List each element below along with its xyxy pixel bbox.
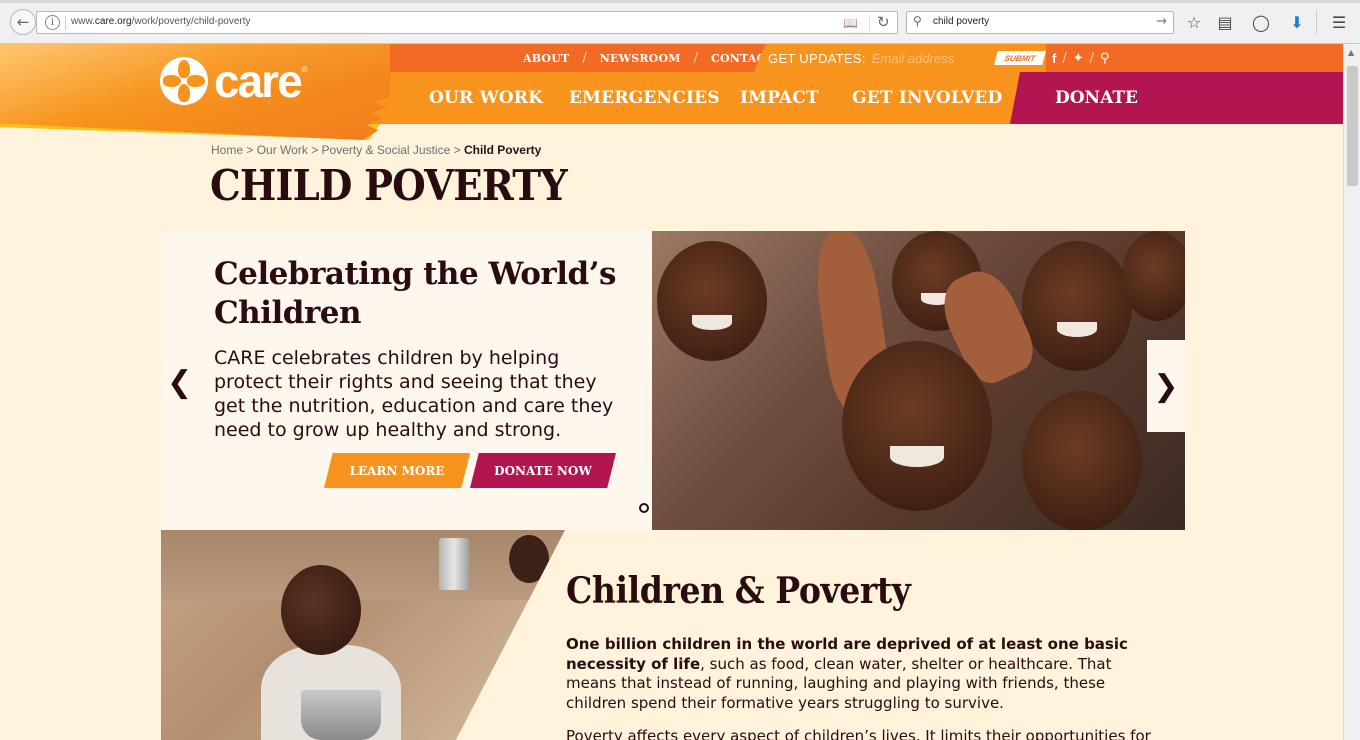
search-site-icon[interactable]: ⚲ bbox=[1100, 51, 1110, 66]
back-arrow-icon: ← bbox=[16, 13, 30, 31]
submit-button[interactable]: SUBMIT bbox=[993, 51, 1046, 65]
nav-our-work[interactable]: OUR WORK bbox=[429, 72, 543, 124]
updates-label: GET UPDATES: bbox=[768, 50, 866, 66]
pocket-icon[interactable]: ◯ bbox=[1251, 12, 1271, 32]
url-text[interactable]: www.care.org/work/poverty/child-poverty bbox=[71, 16, 251, 27]
scroll-up-icon[interactable]: ▲ bbox=[1348, 48, 1354, 57]
breadcrumb-separator: > bbox=[311, 143, 319, 157]
donate-now-button[interactable]: DONATE NOW bbox=[470, 453, 616, 488]
breadcrumb: Home > Our Work > Poverty & Social Justi… bbox=[211, 143, 541, 157]
page-title: CHILD POVERTY bbox=[210, 161, 568, 210]
search-input[interactable]: child poverty bbox=[933, 16, 989, 27]
children-poverty-section: Children & Poverty One billion children … bbox=[161, 530, 1185, 740]
tab-strip-edge bbox=[0, 0, 1360, 3]
url-prefix: www. bbox=[71, 16, 95, 27]
next-slide-icon: ❯ bbox=[1153, 368, 1179, 404]
util-separator: / bbox=[582, 50, 587, 66]
background-child bbox=[509, 535, 549, 583]
hero-heading: Celebrating the World’s Children bbox=[214, 256, 616, 331]
util-separator: / bbox=[693, 50, 699, 66]
nav-donate[interactable]: DONATE bbox=[1010, 72, 1343, 124]
util-newsroom[interactable]: NEWSROOM bbox=[600, 52, 681, 65]
section-lead: One billion children in the world are de… bbox=[566, 635, 1166, 713]
email-field[interactable] bbox=[871, 50, 992, 66]
tin-can bbox=[439, 538, 469, 590]
search-bar[interactable]: ⚲ child poverty → bbox=[906, 11, 1174, 34]
care-hands-icon bbox=[160, 57, 208, 105]
page-scrollbar[interactable]: ▲ bbox=[1343, 44, 1360, 740]
address-bar[interactable]: i www.care.org/work/poverty/child-povert… bbox=[36, 11, 898, 34]
utility-links: ABOUT / NEWSROOM / CONTACT bbox=[523, 44, 774, 72]
reader-view-icon[interactable]: 📖 bbox=[843, 16, 859, 30]
url-path: /work/poverty/child-poverty bbox=[131, 16, 251, 27]
child-with-pot-photo bbox=[161, 530, 565, 740]
scroll-thumb[interactable] bbox=[1347, 66, 1358, 186]
url-domain: care.org bbox=[94, 16, 132, 27]
learn-more-button[interactable]: LEARN MORE bbox=[324, 453, 470, 488]
util-about[interactable]: ABOUT bbox=[523, 52, 569, 65]
nav-emergencies[interactable]: EMERGENCIES bbox=[569, 72, 720, 124]
child-face bbox=[1022, 241, 1132, 371]
hero-slider: ❮ Celebrating the World’s Children CARE … bbox=[161, 231, 1185, 530]
social-separator: / bbox=[1089, 50, 1095, 66]
toolbar-separator bbox=[1316, 10, 1317, 34]
section-heading: Children & Poverty bbox=[566, 570, 911, 612]
breadcrumb-separator: > bbox=[246, 143, 254, 157]
breadcrumb-separator: > bbox=[453, 143, 461, 157]
child-face-center bbox=[842, 341, 992, 511]
hero-body: CARE celebrates children by helping prot… bbox=[214, 347, 614, 441]
social-links: f / ✦ / ⚲ bbox=[1052, 44, 1116, 72]
bookmark-star-icon[interactable]: ☆ bbox=[1184, 12, 1204, 32]
prev-slide-icon[interactable]: ❮ bbox=[167, 368, 192, 402]
next-slide-button[interactable]: ❯ bbox=[1147, 340, 1185, 432]
facebook-icon[interactable]: f bbox=[1052, 51, 1056, 66]
child-face bbox=[1122, 231, 1185, 321]
social-separator: / bbox=[1062, 50, 1067, 66]
nav-get-involved[interactable]: GET INVOLVED bbox=[852, 72, 1002, 124]
back-button[interactable]: ← bbox=[10, 9, 36, 35]
twitter-icon[interactable]: ✦ bbox=[1073, 51, 1084, 66]
child-face bbox=[1022, 391, 1142, 530]
child-face bbox=[657, 241, 767, 361]
hero-photo-children bbox=[652, 231, 1185, 530]
hero-text-panel: ❮ Celebrating the World’s Children CARE … bbox=[161, 231, 705, 530]
reading-list-icon[interactable]: ▤ bbox=[1215, 12, 1235, 32]
search-go-icon[interactable]: → bbox=[1156, 14, 1167, 29]
slide-dot[interactable] bbox=[639, 503, 649, 513]
reload-icon[interactable]: ↻ bbox=[877, 13, 890, 31]
url-divider bbox=[869, 15, 870, 31]
search-icon: ⚲ bbox=[913, 14, 922, 28]
breadcrumb-our-work[interactable]: Our Work bbox=[257, 143, 308, 157]
child-head bbox=[281, 565, 361, 655]
logo-wordmark: CARE bbox=[214, 55, 303, 107]
download-icon[interactable]: ⬇ bbox=[1287, 12, 1307, 32]
nav-impact[interactable]: IMPACT bbox=[740, 72, 819, 124]
mud-wall bbox=[161, 530, 565, 600]
site-header: OUR WORK EMERGENCIES IMPACT GET INVOLVED… bbox=[0, 44, 1343, 140]
email-signup: GET UPDATES: SUBMIT bbox=[754, 44, 1046, 72]
breadcrumb-home[interactable]: Home bbox=[211, 143, 243, 157]
care-logo[interactable]: CARE ® bbox=[160, 57, 309, 105]
url-separator bbox=[65, 16, 66, 30]
breadcrumb-poverty[interactable]: Poverty & Social Justice bbox=[322, 143, 451, 157]
site-info-icon[interactable]: i bbox=[45, 15, 60, 30]
browser-toolbar: ← i www.care.org/work/poverty/child-pove… bbox=[0, 0, 1360, 44]
section-para2: Poverty affects every aspect of children… bbox=[566, 727, 1151, 740]
metal-pot bbox=[301, 690, 381, 740]
logo-registered-mark: ® bbox=[300, 65, 309, 74]
breadcrumb-current: Child Poverty bbox=[463, 143, 542, 157]
menu-icon[interactable]: ☰ bbox=[1329, 12, 1349, 32]
